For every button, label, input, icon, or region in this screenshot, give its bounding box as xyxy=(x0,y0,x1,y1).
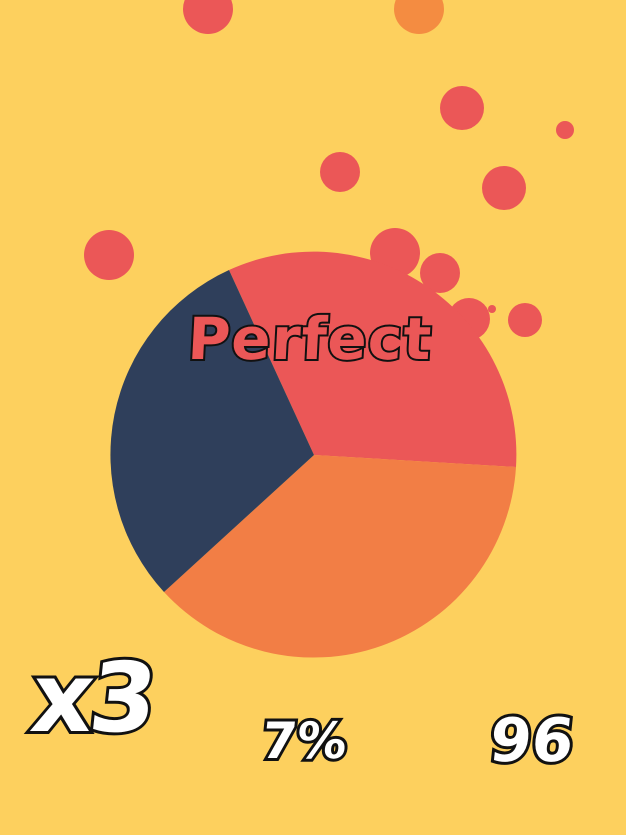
progress-percent: 7% xyxy=(256,709,353,773)
score-counter: 96 xyxy=(483,703,580,779)
game-stage[interactable]: Perfect x3 7% 96 xyxy=(0,0,626,835)
combo-multiplier: x3 xyxy=(23,639,161,757)
perfect-feedback-text: Perfect xyxy=(184,303,436,375)
